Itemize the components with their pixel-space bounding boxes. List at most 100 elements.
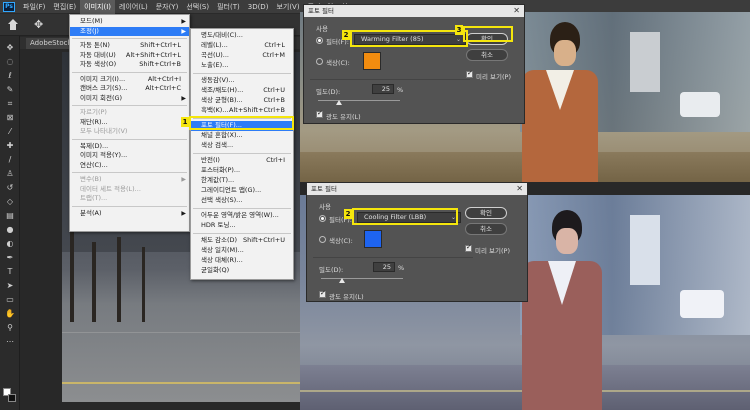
crop-tool-icon[interactable]: ⌗ xyxy=(3,98,17,109)
brush-tool-icon[interactable]: / xyxy=(3,154,17,165)
menu-item-label: 명도/대비(C)... xyxy=(201,31,243,39)
adjustments-menu-item[interactable]: 명도/대비(C)... xyxy=(191,31,293,41)
more-tools-icon[interactable]: ⋯ xyxy=(3,336,17,347)
image-menu-item[interactable]: 자동 색상(O) Shift+Ctrl+B xyxy=(70,60,189,70)
image-menu-item[interactable]: 분석(A) ▶ xyxy=(70,209,189,219)
type-tool-icon[interactable]: T xyxy=(3,266,17,277)
filter-radio[interactable] xyxy=(319,215,326,222)
adjustments-menu-item[interactable]: 한계값(T)... xyxy=(191,176,293,186)
adjustments-menu-item[interactable]: 색상 검색... xyxy=(191,141,293,151)
adjustments-menu-item[interactable]: 노출(E)... xyxy=(191,61,293,71)
image-menu-item[interactable]: 모드(M) ▶ xyxy=(70,17,189,27)
menu-select[interactable]: 선택(S) xyxy=(182,0,213,14)
density-slider-thumb[interactable] xyxy=(338,278,345,283)
close-icon[interactable]: ✕ xyxy=(516,183,523,195)
color-swatch[interactable] xyxy=(364,230,382,248)
path-select-tool-icon[interactable]: ➤ xyxy=(3,280,17,291)
image-menu-item[interactable]: 재단(R)... xyxy=(70,118,189,128)
background-color-swatch[interactable] xyxy=(8,394,16,402)
menu-layer[interactable]: 레이어(L) xyxy=(115,0,152,14)
color-radio[interactable] xyxy=(319,236,326,243)
image-menu-item[interactable]: 자동 대비(U) Alt+Shift+Ctrl+L xyxy=(70,51,189,61)
adjustments-menu-item[interactable]: 그레이디언트 맵(G)... xyxy=(191,186,293,196)
image-menu-item[interactable]: 조정(J) ▶ xyxy=(70,26,189,36)
menu-item-label: 캔버스 크기(S)... xyxy=(80,84,128,92)
preserve-luminosity-checkbox[interactable] xyxy=(316,109,323,118)
move-tool-icon[interactable]: ✥ xyxy=(3,42,17,53)
density-slider-thumb[interactable] xyxy=(335,100,342,105)
filter-radio[interactable] xyxy=(316,37,323,44)
menu-item-shortcut: Alt+Shift+Ctrl+L xyxy=(125,50,181,59)
ok-button[interactable]: 확인 xyxy=(465,207,507,219)
menu-item-label: 생동감(V)... xyxy=(201,76,235,84)
menu-type[interactable]: 문자(Y) xyxy=(152,0,183,14)
pen-tool-icon[interactable]: ✒ xyxy=(3,252,17,263)
annotation-highlight-ok xyxy=(463,26,513,42)
adjustments-menu-item[interactable]: 채도 감소(D) Shift+Ctrl+U xyxy=(191,236,293,246)
close-icon[interactable]: ✕ xyxy=(513,5,520,17)
home-icon[interactable] xyxy=(6,18,20,32)
image-menu-item[interactable]: 이미지 크기(I)... Alt+Ctrl+I xyxy=(70,75,189,85)
color-radio[interactable] xyxy=(316,58,323,65)
adjustments-menu-item[interactable]: 균일화(Q) xyxy=(191,266,293,276)
image-menu-item[interactable]: 이미지 회전(G) ▶ xyxy=(70,94,189,104)
rectangle-tool-icon[interactable]: ▭ xyxy=(3,294,17,305)
marquee-tool-icon[interactable]: ◌ xyxy=(3,56,17,67)
adjustments-menu-item[interactable]: 색상 일치(M)... xyxy=(191,246,293,256)
adjustments-menu-item[interactable]: 반전(I) Ctrl+I xyxy=(191,156,293,166)
cancel-button[interactable]: 취소 xyxy=(466,49,508,61)
menu-3d[interactable]: 3D(D) xyxy=(244,0,273,14)
color-swatch[interactable] xyxy=(363,52,381,70)
menu-file[interactable]: 파일(F) xyxy=(19,0,49,14)
density-slider-track[interactable] xyxy=(321,278,403,279)
preview-checkbox[interactable] xyxy=(465,243,472,252)
lasso-tool-icon[interactable]: ℓ xyxy=(3,70,17,81)
cancel-button[interactable]: 취소 xyxy=(465,223,507,235)
adjustments-menu-item[interactable]: 색상 대체(R)... xyxy=(191,256,293,266)
eraser-tool-icon[interactable]: ◇ xyxy=(3,196,17,207)
quick-select-tool-icon[interactable]: ✎ xyxy=(3,84,17,95)
adjustments-menu-item[interactable]: 선택 색상(S)... xyxy=(191,196,293,206)
frame-tool-icon[interactable]: ⊠ xyxy=(3,112,17,123)
history-brush-tool-icon[interactable]: ↺ xyxy=(3,182,17,193)
adjustments-menu-item[interactable]: 흑백(K)... Alt+Shift+Ctrl+B xyxy=(191,106,293,116)
adjustments-menu-item[interactable]: 어두운 영역/밝은 영역(W)... xyxy=(191,211,293,221)
image-menu-item[interactable]: 자동 톤(N) Shift+Ctrl+L xyxy=(70,41,189,51)
adjustments-menu-item[interactable]: 레벨(L)... Ctrl+L xyxy=(191,41,293,51)
menu-item-label: 반전(I) xyxy=(201,156,220,164)
menu-image[interactable]: 이미지(I) xyxy=(80,0,115,14)
image-menu-item[interactable]: 캔버스 크기(S)... Alt+Ctrl+C xyxy=(70,84,189,94)
menu-item-shortcut: Shift+Ctrl+U xyxy=(243,236,285,244)
density-input[interactable]: 25 xyxy=(373,262,395,272)
adjustments-menu-item[interactable]: HDR 토닝... xyxy=(191,221,293,231)
adjustments-menu-item[interactable]: 생동감(V)... xyxy=(191,76,293,86)
adjustments-menu-item[interactable]: 포스터화(P)... xyxy=(191,166,293,176)
menu-view[interactable]: 보기(V) xyxy=(272,0,303,14)
move-tool-icon[interactable]: ✥ xyxy=(34,18,43,31)
hand-tool-icon[interactable]: ✋ xyxy=(3,308,17,319)
image-menu-item[interactable]: 복제(D)... xyxy=(70,142,189,152)
zoom-tool-icon[interactable]: ⚲ xyxy=(3,322,17,333)
adjustments-menu-item[interactable]: 색상 균형(B)... Ctrl+B xyxy=(191,96,293,106)
preserve-luminosity-checkbox[interactable] xyxy=(319,289,326,298)
clone-stamp-tool-icon[interactable]: ♙ xyxy=(3,168,17,179)
adjustments-menu-item[interactable]: 채널 혼합(X)... xyxy=(191,131,293,141)
eyedropper-tool-icon[interactable]: ⁄ xyxy=(3,126,17,137)
menu-item-shortcut: Ctrl+L xyxy=(264,41,285,49)
submenu-arrow-icon: ▶ xyxy=(181,27,186,35)
adjustments-menu-item[interactable]: 곡선(U)... Ctrl+M xyxy=(191,51,293,61)
image-menu-item[interactable]: 이미지 적용(Y)... xyxy=(70,151,189,161)
adjustments-menu-item[interactable]: 색조/채도(H)... Ctrl+U xyxy=(191,86,293,96)
healing-brush-tool-icon[interactable]: ✚ xyxy=(3,140,17,151)
image-menu-item[interactable]: 연산(C)... xyxy=(70,161,189,171)
menu-edit[interactable]: 편집(E) xyxy=(49,0,80,14)
menu-filter[interactable]: 필터(T) xyxy=(213,0,244,14)
gradient-tool-icon[interactable]: ▤ xyxy=(3,210,17,221)
blur-tool-icon[interactable]: ● xyxy=(3,224,17,235)
preview-checkbox[interactable] xyxy=(466,69,473,78)
menu-item-shortcut: Shift+Ctrl+B xyxy=(139,60,181,68)
density-slider-track[interactable] xyxy=(318,100,400,101)
dodge-tool-icon[interactable]: ◐ xyxy=(3,238,17,249)
density-input[interactable]: 25 xyxy=(372,84,394,94)
submenu-arrow-icon: ▶ xyxy=(181,176,186,183)
